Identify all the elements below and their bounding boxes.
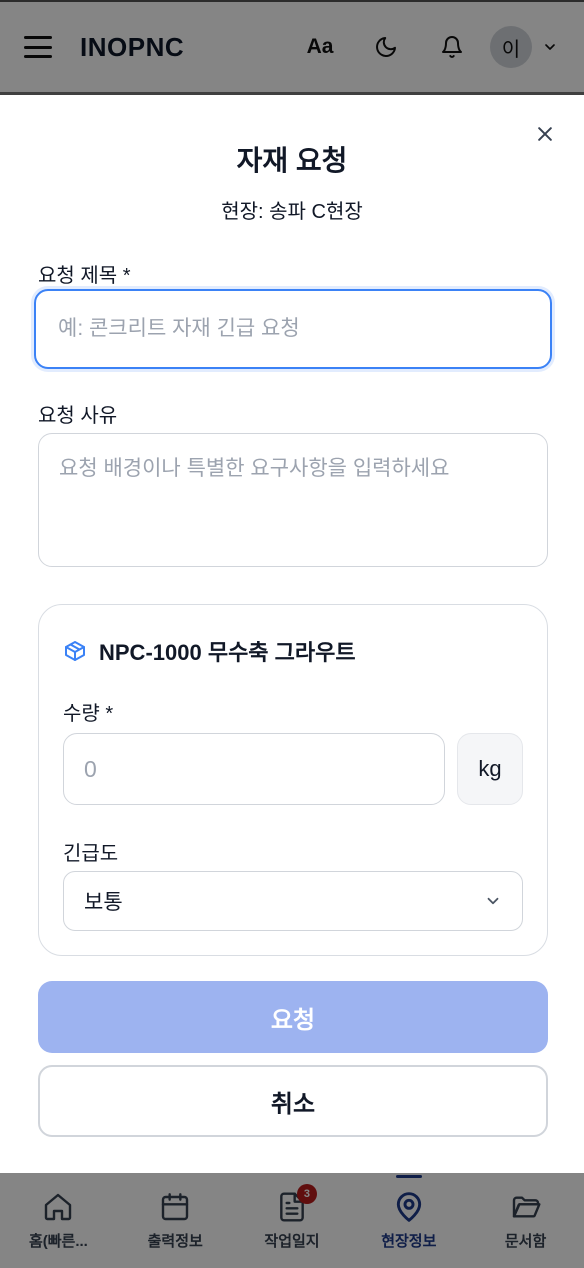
material-name: NPC-1000 무수축 그라우트: [99, 640, 356, 665]
material-header: NPC-1000 무수축 그라우트: [63, 635, 356, 667]
chevron-down-icon: [487, 897, 499, 905]
modal-title: 자재 요청: [236, 145, 348, 176]
request-title-label: 요청 제목 *: [38, 265, 131, 287]
request-reason-textarea[interactable]: [38, 433, 548, 567]
submit-request-button[interactable]: 요청: [38, 981, 548, 1053]
material-request-modal: 자재 요청 현장: 송파 C현장 요청 제목 * 요청 사유 NPC-1000 …: [0, 95, 584, 1173]
request-reason-label: 요청 사유: [38, 405, 118, 427]
request-title-input[interactable]: [31, 286, 555, 372]
material-card: NPC-1000 무수축 그라우트 수량 * kg 긴급도 보통: [38, 604, 548, 956]
urgency-label: 긴급도: [63, 843, 119, 865]
cancel-button[interactable]: 취소: [38, 1065, 548, 1137]
site-name: 현장: 송파 C현장: [221, 201, 363, 223]
quantity-label: 수량 *: [63, 703, 114, 725]
urgency-selected-value: 보통: [84, 891, 123, 914]
quantity-input[interactable]: [63, 733, 445, 805]
urgency-select[interactable]: 보통: [63, 871, 523, 931]
unit-label: kg: [457, 733, 523, 805]
box-icon: [65, 641, 85, 661]
